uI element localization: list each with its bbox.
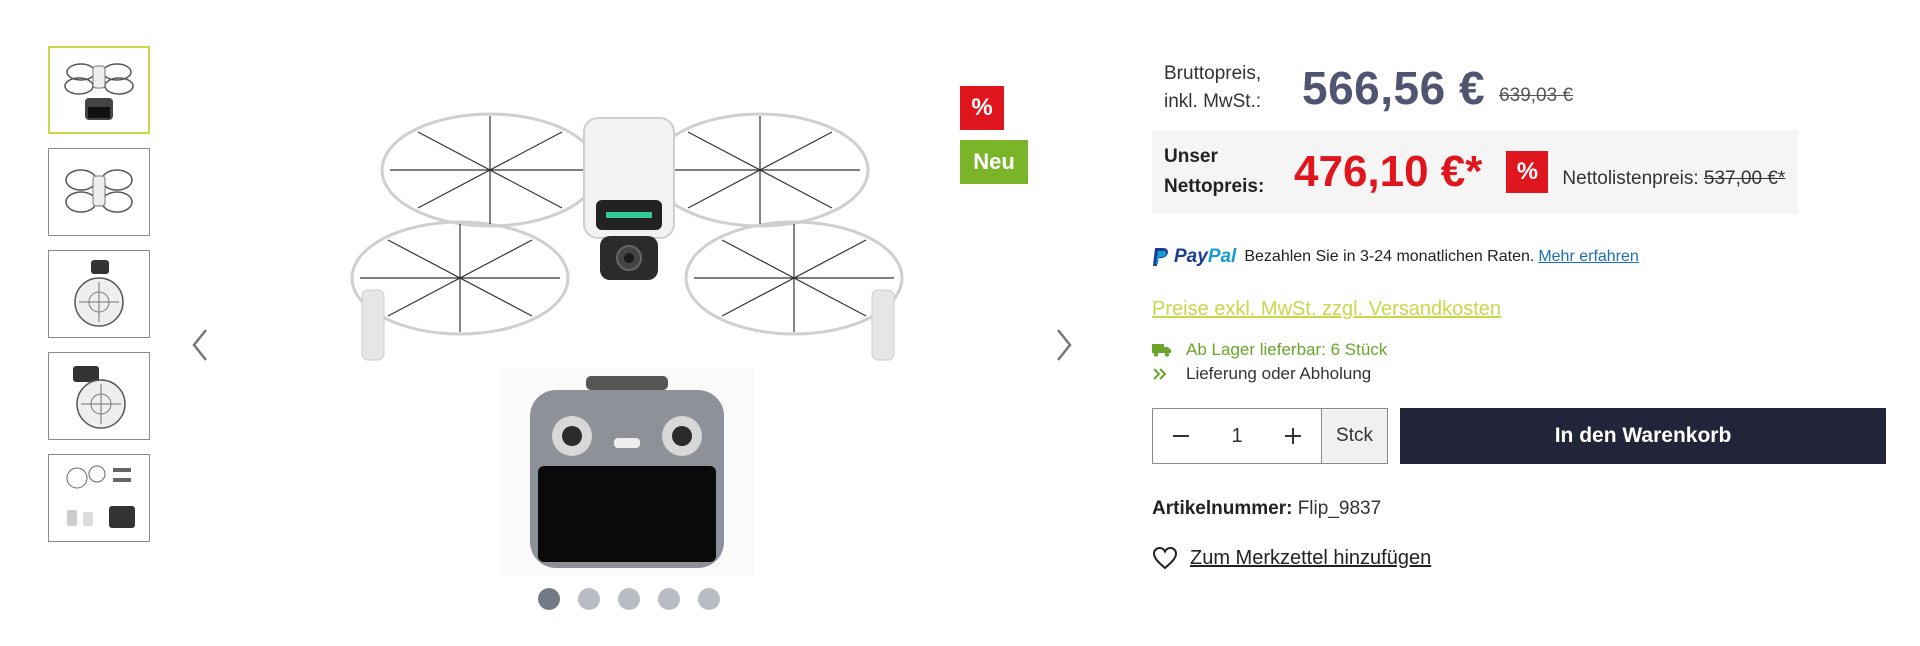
- article-number-label: Artikelnummer:: [1152, 498, 1293, 519]
- truck-icon: [1152, 343, 1172, 357]
- net-list-price: Nettolistenpreis: 537,00 €*: [1562, 168, 1785, 190]
- shipping-costs-link[interactable]: Preise exkl. MwSt. zzgl. Versandkosten: [1152, 298, 1501, 321]
- gross-price-label-line2: inkl. MwSt.:: [1164, 91, 1262, 112]
- increase-quantity-button[interactable]: [1265, 409, 1321, 463]
- delivery-info: Lieferung oder Abholung: [1152, 364, 1371, 384]
- quantity-unit: Stck: [1321, 409, 1387, 463]
- gross-price-label-line1: Bruttopreis,: [1164, 63, 1262, 84]
- decrease-quantity-button[interactable]: [1153, 409, 1209, 463]
- drone-thumbnail-image: [64, 63, 134, 120]
- drone-thumbnail-image: [74, 260, 124, 327]
- paypal-icon: [1153, 248, 1168, 266]
- slider-dot-1[interactable]: [538, 588, 560, 610]
- net-price-label: Unser Nettopreis:: [1164, 142, 1276, 202]
- paypal-wordmark-part1: Pay: [1174, 246, 1208, 267]
- product-image-slider: % Neu: [180, 40, 1100, 620]
- paypal-wordmark: PayPal: [1174, 246, 1236, 268]
- net-price-box: Unser Nettopreis: 476,10 €* % Nettoliste…: [1152, 130, 1798, 214]
- article-number: Artikelnummer: Flip_9837: [1152, 498, 1381, 520]
- gross-price-row: Bruttopreis, inkl. MwSt.: 566,56 € 639,0…: [1164, 60, 1573, 116]
- net-price-label-line1: Unser: [1164, 146, 1218, 167]
- slider-dot-3[interactable]: [618, 588, 640, 610]
- thumbnail-3[interactable]: [48, 250, 150, 338]
- new-badge: Neu: [960, 140, 1028, 184]
- slider-dots: [538, 588, 720, 610]
- chevron-right-icon: [1057, 329, 1072, 361]
- previous-image-arrow[interactable]: [180, 315, 220, 375]
- chevron-left-icon: [192, 329, 207, 361]
- paypal-logo: PayPal: [1152, 246, 1236, 268]
- next-image-arrow[interactable]: [1044, 315, 1084, 375]
- delivery-text: Lieferung oder Abholung: [1186, 364, 1372, 383]
- net-price: 476,10 €*: [1294, 147, 1483, 196]
- stock-text: Ab Lager lieferbar: 6 Stück: [1186, 340, 1388, 359]
- product-main-image: [350, 112, 904, 576]
- package-contents-thumbnail-image: [66, 465, 135, 528]
- paypal-learn-more-link[interactable]: Mehr erfahren: [1538, 248, 1639, 266]
- quantity-input[interactable]: 1: [1209, 409, 1265, 463]
- slider-dot-2[interactable]: [578, 588, 600, 610]
- drone-thumbnail-image: [65, 169, 133, 213]
- slider-dot-4[interactable]: [658, 588, 680, 610]
- paypal-wordmark-part2: Pal: [1207, 246, 1237, 267]
- plus-icon: [1285, 428, 1301, 444]
- add-to-wishlist-link[interactable]: Zum Merkzettel hinzufügen: [1152, 546, 1431, 570]
- thumbnail-list: [48, 46, 150, 556]
- add-to-cart-button[interactable]: In den Warenkorb: [1400, 408, 1886, 464]
- thumbnail-2[interactable]: [48, 148, 150, 236]
- discount-badge: %: [960, 86, 1004, 130]
- paypal-text: Bezahlen Sie in 3-24 monatlichen Raten.: [1244, 248, 1535, 265]
- net-list-price-label: Nettolistenpreis:: [1562, 168, 1699, 189]
- wishlist-text: Zum Merkzettel hinzufügen: [1190, 546, 1432, 569]
- thumbnail-1[interactable]: [48, 46, 150, 134]
- slider-dot-5[interactable]: [698, 588, 720, 610]
- net-discount-badge: %: [1506, 151, 1549, 193]
- gross-old-price: 639,03 €: [1499, 85, 1574, 106]
- net-price-label-line2: Nettopreis:: [1164, 176, 1265, 197]
- drone-thumbnail-image: [73, 366, 126, 429]
- stock-status: Ab Lager lieferbar: 6 Stück: [1152, 340, 1387, 360]
- article-number-value: Flip_9837: [1297, 498, 1382, 519]
- gross-price-label: Bruttopreis, inkl. MwSt.:: [1164, 60, 1284, 116]
- minus-icon: [1173, 435, 1189, 437]
- double-chevron-right-icon: [1152, 367, 1172, 381]
- quantity-stepper: 1 Stck: [1152, 408, 1388, 464]
- thumbnail-5[interactable]: [48, 454, 150, 542]
- gross-price: 566,56 €: [1302, 62, 1486, 114]
- thumbnail-4[interactable]: [48, 352, 150, 440]
- net-list-price-value: 537,00 €*: [1703, 168, 1786, 189]
- heart-icon: [1152, 546, 1178, 570]
- paypal-installments: PayPal Bezahlen Sie in 3-24 monatlichen …: [1152, 246, 1639, 268]
